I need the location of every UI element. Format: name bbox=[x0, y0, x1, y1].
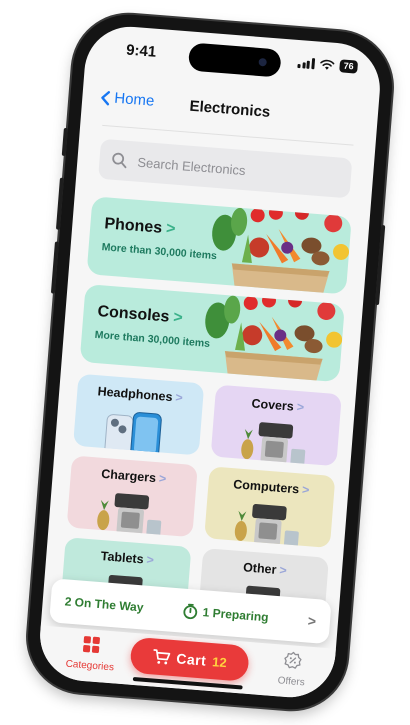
search-input[interactable]: Search Electronics bbox=[98, 138, 353, 199]
chevron-right-icon: > bbox=[158, 471, 167, 486]
status-time: 9:41 bbox=[125, 41, 157, 61]
volume-up-button bbox=[55, 177, 64, 230]
wifi-icon bbox=[320, 59, 335, 70]
cart-button[interactable]: Cart 12 bbox=[129, 636, 250, 682]
tab-categories-label: Categories bbox=[65, 658, 115, 674]
tab-offers-label: Offers bbox=[277, 675, 306, 689]
cart-label: Cart bbox=[175, 650, 207, 669]
phone-image bbox=[104, 412, 162, 456]
tab-offers[interactable]: Offers bbox=[261, 649, 324, 690]
preparing-status: 1 Preparing bbox=[182, 603, 269, 626]
grid-icon bbox=[82, 636, 100, 654]
chevron-right-icon[interactable]: > bbox=[307, 612, 316, 629]
juicer-image bbox=[234, 504, 299, 548]
on-the-way-text: 2 On The Way bbox=[64, 594, 144, 615]
chevron-right-icon: > bbox=[165, 220, 177, 238]
tab-categories[interactable]: Categories bbox=[59, 633, 122, 674]
chevron-right-icon: > bbox=[301, 482, 310, 498]
banner-title: Phones > bbox=[103, 215, 177, 238]
signal-icon bbox=[297, 57, 316, 70]
chevron-right-icon: > bbox=[296, 399, 305, 415]
chevron-right-icon: > bbox=[146, 552, 155, 568]
preparing-text: 1 Preparing bbox=[202, 605, 270, 625]
stage: 9:41 76 Home Electronics Search Electron… bbox=[0, 0, 410, 725]
juicer-image bbox=[97, 493, 162, 537]
banner-subtitle: More than 30,000 items bbox=[94, 328, 211, 350]
power-button bbox=[374, 225, 386, 306]
banner-consoles[interactable]: Consoles > More than 30,000 items bbox=[79, 284, 345, 383]
phone-frame: 9:41 76 Home Electronics Search Electron… bbox=[23, 10, 397, 714]
groceries-image bbox=[212, 205, 350, 295]
page-title: Electronics bbox=[188, 97, 271, 121]
screen: 9:41 76 Home Electronics Search Electron… bbox=[36, 23, 384, 701]
banner-title: Consoles > bbox=[96, 303, 184, 327]
cart-icon bbox=[153, 649, 171, 665]
cart-count-badge: 12 bbox=[211, 653, 228, 670]
groceries-image bbox=[205, 293, 343, 383]
dynamic-island bbox=[187, 42, 282, 78]
tile-chargers[interactable]: Chargers > bbox=[66, 455, 198, 538]
camera-icon bbox=[258, 57, 267, 67]
battery-icon: 76 bbox=[339, 59, 359, 74]
juicer-image bbox=[241, 422, 306, 466]
volume-down-button bbox=[50, 241, 59, 294]
mute-switch bbox=[61, 127, 68, 157]
chevron-right-icon: > bbox=[174, 390, 184, 405]
timer-icon bbox=[183, 603, 198, 620]
status-icons: 76 bbox=[297, 56, 359, 74]
banner-subtitle: More than 30,000 items bbox=[101, 241, 218, 263]
chevron-right-icon: > bbox=[172, 309, 184, 327]
chevron-right-icon: > bbox=[278, 563, 288, 578]
tile-computers[interactable]: Computers > bbox=[204, 466, 336, 548]
search-icon bbox=[112, 152, 127, 169]
discount-badge-icon bbox=[284, 651, 302, 669]
tile-headphones[interactable]: Headphones > bbox=[73, 373, 205, 456]
banner-phones[interactable]: Phones > More than 30,000 items bbox=[86, 196, 352, 295]
tile-covers[interactable]: Covers > bbox=[210, 384, 342, 467]
search-placeholder: Search Electronics bbox=[136, 154, 247, 178]
nav-bar: Home Electronics bbox=[81, 79, 379, 136]
